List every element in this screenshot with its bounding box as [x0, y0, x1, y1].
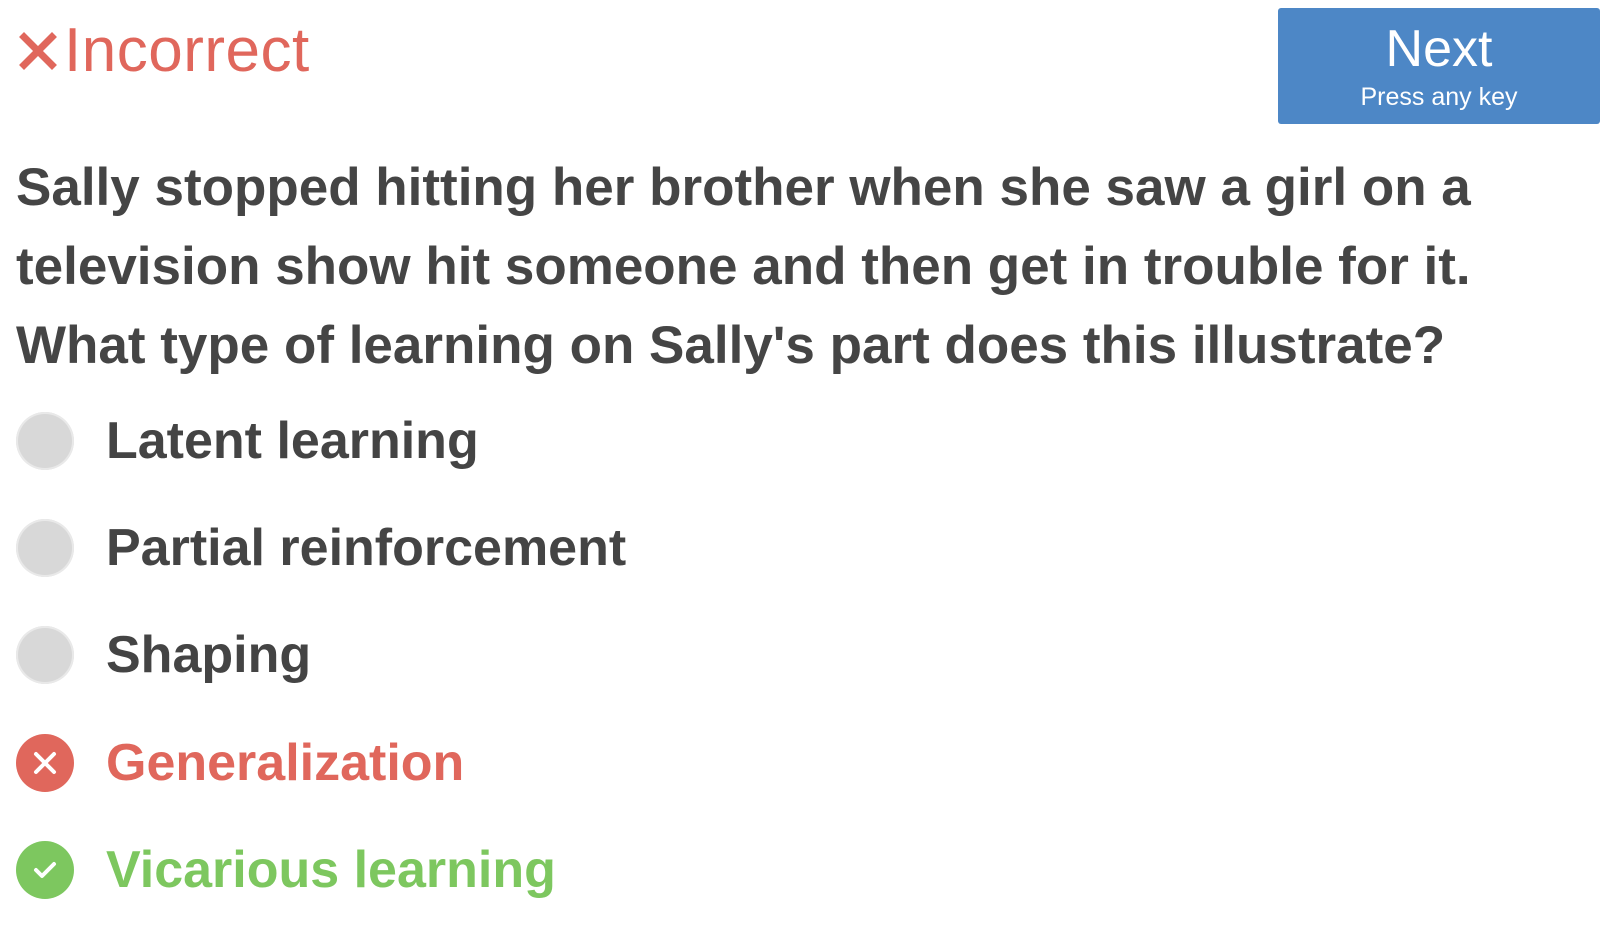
result-status: Incorrect: [64, 16, 310, 85]
question-text: Sally stopped hitting her brother when s…: [16, 158, 1471, 375]
x-circle-icon[interactable]: [16, 734, 74, 792]
option-label: Shaping: [106, 626, 312, 684]
option-label: Latent learning: [106, 412, 479, 470]
x-mark-icon: [16, 14, 60, 88]
option-label: Vicarious learning: [106, 841, 556, 899]
option-latent-learning[interactable]: Latent learning: [16, 406, 1016, 476]
radio-empty-icon[interactable]: [16, 412, 74, 470]
option-label: Generalization: [106, 734, 465, 792]
radio-empty-icon[interactable]: [16, 519, 74, 577]
radio-empty-icon[interactable]: [16, 626, 74, 684]
next-button[interactable]: Next Press any key: [1278, 8, 1600, 124]
check-circle-icon[interactable]: [16, 841, 74, 899]
next-button-label: Next: [1385, 20, 1493, 78]
result-header: Incorrect: [16, 14, 310, 88]
option-label: Partial reinforcement: [106, 519, 627, 577]
option-shaping[interactable]: Shaping: [16, 620, 1016, 690]
next-button-hint: Press any key: [1360, 83, 1518, 111]
option-vicarious-learning[interactable]: Vicarious learning: [16, 835, 1016, 905]
option-partial-reinforcement[interactable]: Partial reinforcement: [16, 513, 1016, 583]
option-generalization[interactable]: Generalization: [16, 728, 1016, 798]
